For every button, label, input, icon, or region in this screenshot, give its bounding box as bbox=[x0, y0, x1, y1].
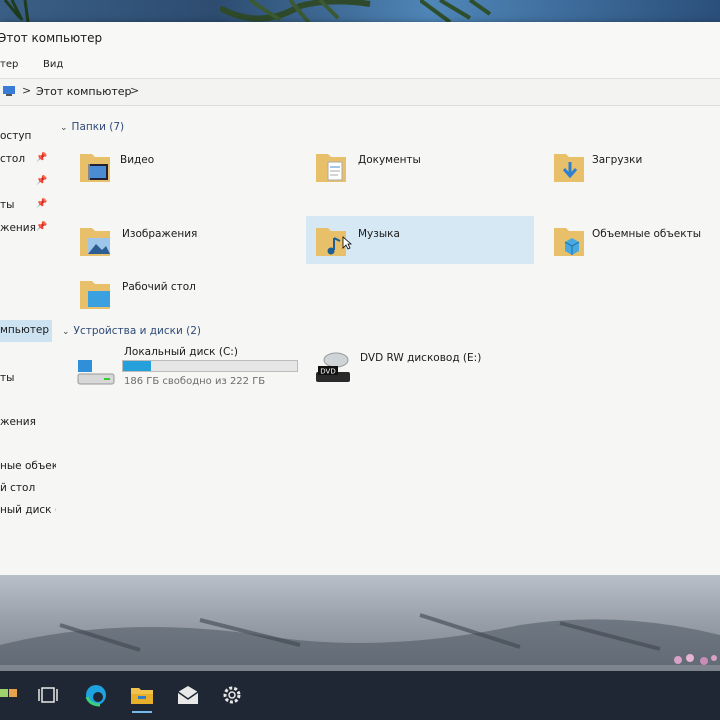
mail-icon bbox=[177, 686, 199, 704]
start-button[interactable] bbox=[0, 677, 20, 713]
pin-icon: 📌 bbox=[36, 176, 48, 186]
nav-item-documents[interactable]: ты bbox=[0, 199, 14, 211]
dvd-drive-icon: DVD bbox=[316, 352, 350, 382]
nav-item-local-disk[interactable]: ный диск (C bbox=[0, 504, 56, 516]
pin-icon: 📌 bbox=[36, 153, 48, 163]
drive-tile-dvd[interactable]: DVD DVD RW дисковод (E:) bbox=[310, 344, 530, 390]
folders-header-label: Папки (7) bbox=[71, 121, 125, 133]
pin-icon: 📌 bbox=[36, 199, 48, 209]
tab-computer[interactable]: тер bbox=[0, 59, 18, 70]
folder-tile-downloads[interactable]: Загрузки bbox=[546, 144, 716, 190]
folder-label: Рабочий стол bbox=[122, 281, 196, 293]
chevron-down-icon: ⌄ bbox=[62, 327, 70, 337]
start-icon bbox=[0, 689, 17, 697]
folders-group-header[interactable]: ⌄ Папки (7) bbox=[60, 121, 124, 133]
nav-item-documents-2[interactable]: ты bbox=[0, 372, 14, 384]
folder-tile-documents[interactable]: Документы bbox=[312, 144, 532, 190]
pin-icon: 📌 bbox=[36, 222, 48, 232]
file-explorer-button[interactable] bbox=[124, 677, 160, 713]
breadcrumb-chevron[interactable]: > bbox=[130, 84, 139, 97]
title-bar[interactable]: Этот компьютер bbox=[0, 22, 720, 56]
nav-item-desktop[interactable]: стол bbox=[0, 153, 25, 165]
drive-tile-local-disk[interactable]: Локальный диск (C:) 186 ГБ свободно из 2… bbox=[72, 342, 302, 392]
chevron-down-icon: ⌄ bbox=[60, 123, 68, 133]
disk-usage-bar bbox=[122, 360, 298, 372]
file-explorer-icon bbox=[131, 688, 153, 704]
folder-label: Изображения bbox=[122, 228, 198, 240]
downloads-folder-icon bbox=[554, 154, 584, 182]
settings-icon bbox=[223, 686, 241, 704]
navigation-pane[interactable]: оступ стол 📌 📌 ты 📌 жения 📌 мпьютер ты ж… bbox=[0, 106, 56, 575]
folder-tile-desktop[interactable]: Рабочий стол bbox=[76, 271, 286, 317]
local-disk-icon bbox=[77, 360, 115, 385]
breadcrumb-separator: > bbox=[22, 84, 32, 97]
documents-folder-icon bbox=[316, 154, 346, 182]
task-view-icon bbox=[38, 687, 58, 703]
folder-label: Объемные объекты bbox=[592, 228, 702, 240]
nav-item-desktop-2[interactable]: й стол bbox=[0, 482, 35, 494]
drive-label: DVD RW дисковод (E:) bbox=[360, 352, 482, 364]
devices-header-label: Устройства и диски (2) bbox=[73, 325, 201, 337]
content-pane[interactable]: ⌄ Папки (7) Видео Документы Загрузки Изо… bbox=[56, 106, 720, 575]
window-title: Этот компьютер bbox=[0, 31, 103, 45]
palm-shadow-icon bbox=[0, 613, 720, 665]
devices-group-header[interactable]: ⌄ Устройства и диски (2) bbox=[62, 325, 201, 337]
drive-free-space: 186 ГБ свободно из 222 ГБ bbox=[124, 376, 266, 387]
task-view-button[interactable] bbox=[30, 677, 66, 713]
3d-objects-folder-icon bbox=[554, 228, 584, 256]
breadcrumb-this-pc[interactable]: Этот компьютер bbox=[36, 85, 132, 98]
settings-button[interactable] bbox=[214, 677, 250, 713]
address-bar[interactable]: > Этот компьютер > bbox=[0, 79, 720, 106]
folder-label: Документы bbox=[358, 154, 421, 166]
tab-view[interactable]: Вид bbox=[43, 59, 63, 70]
nav-item-label: мпьютер bbox=[0, 324, 50, 336]
dvd-icon-text: DVD bbox=[320, 368, 335, 376]
disk-usage-fill bbox=[123, 361, 151, 371]
folder-tile-pictures[interactable]: Изображения bbox=[76, 218, 286, 264]
pictures-folder-icon bbox=[80, 228, 110, 256]
nav-item-3d-objects[interactable]: ные объекты bbox=[0, 460, 56, 472]
folder-tile-3d-objects[interactable]: Объемные объекты bbox=[546, 218, 720, 264]
flowers-icon bbox=[674, 654, 717, 665]
file-explorer-window[interactable]: Этот компьютер тер Вид > Этот компьютер … bbox=[0, 22, 720, 575]
taskbar bbox=[0, 671, 720, 720]
mail-button[interactable] bbox=[170, 677, 206, 713]
folder-tile-music[interactable]: Музыка bbox=[306, 216, 534, 264]
folder-tile-videos[interactable]: Видео bbox=[76, 144, 286, 190]
mouse-cursor-icon bbox=[342, 236, 352, 250]
this-pc-icon bbox=[3, 86, 15, 96]
nav-item-quick-access[interactable]: оступ bbox=[0, 130, 31, 142]
edge-button[interactable] bbox=[78, 677, 114, 713]
nav-item-this-pc[interactable]: мпьютер bbox=[0, 320, 52, 342]
nav-item-pictures[interactable]: жения bbox=[0, 222, 36, 234]
folder-label: Загрузки bbox=[592, 154, 643, 166]
ribbon-tabs: тер Вид bbox=[0, 56, 720, 79]
folder-label: Музыка bbox=[358, 228, 400, 240]
video-folder-icon bbox=[80, 154, 110, 182]
edge-icon bbox=[85, 685, 106, 707]
drive-label: Локальный диск (C:) bbox=[124, 346, 238, 358]
nav-item-pictures-2[interactable]: жения bbox=[0, 416, 36, 428]
desktop-folder-icon bbox=[80, 281, 110, 309]
folder-label: Видео bbox=[120, 154, 155, 166]
